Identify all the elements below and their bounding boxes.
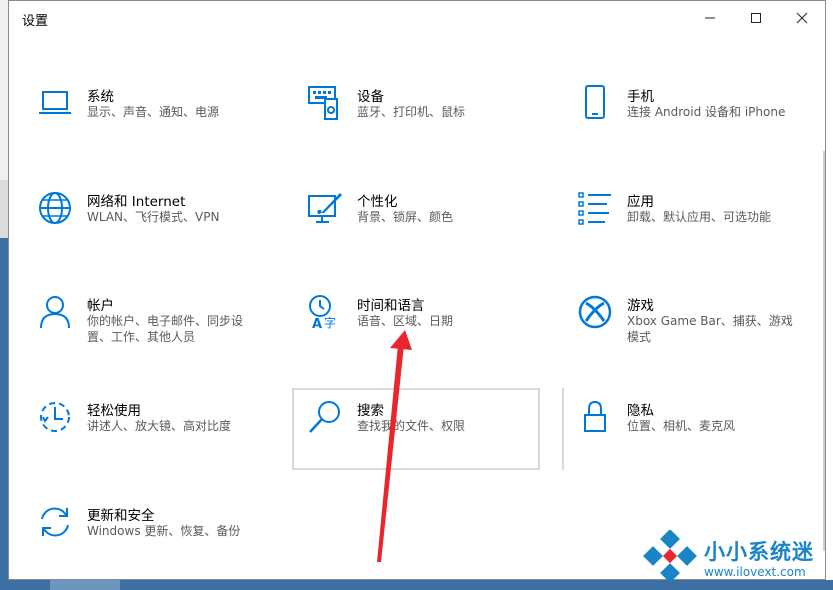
minimize-button[interactable] [687,5,733,31]
setting-desc: 背景、锁屏、颜色 [357,210,454,224]
lock-icon [577,399,613,435]
background-panel [0,180,8,240]
setting-desc: 位置、相机、麦克风 [627,419,736,433]
setting-name: 系统 [87,89,114,105]
setting-update-security[interactable]: 更新和安全 Windows 更新、恢复、备份 [37,504,287,588]
setting-desc: 查找我的文件、权限 [357,419,466,433]
personalization-icon [307,190,343,226]
setting-desc: 显示、声音、通知、电源 [87,105,220,119]
maximize-icon [751,13,761,23]
background-window-edge [0,0,8,590]
xbox-icon [577,294,613,330]
setting-name: 设备 [357,89,384,105]
setting-phone[interactable]: 手机 连接 Android 设备和 iPhone [577,85,827,169]
close-icon [796,12,808,24]
setting-desc: 讲述人、放大镜、高对比度 [87,419,232,433]
setting-name: 更新和安全 [87,508,155,524]
settings-window: 设置 系统 显示、声音、通知、电源 设备 蓝牙、打印机、鼠标 手机 连接 And… [8,0,826,580]
setting-desc: 蓝牙、打印机、鼠标 [357,105,466,119]
search-icon [307,399,343,435]
setting-search[interactable]: 搜索 查找我的文件、权限 [292,388,557,483]
time-language-icon: A字 [307,294,343,332]
window-title: 设置 [22,14,49,29]
setting-system[interactable]: 系统 显示、声音、通知、电源 [37,85,287,169]
setting-desc: WLAN、飞行模式、VPN [87,210,220,224]
title-bar: 设置 [9,1,825,35]
sync-icon [37,504,73,540]
laptop-icon [37,85,73,121]
apps-list-icon [577,190,613,226]
setting-desc: 连接 Android 设备和 iPhone [627,105,786,119]
setting-name: 手机 [627,89,654,105]
setting-name: 网络和 Internet [87,194,186,210]
setting-desc: 你的帐户、电子邮件、同步设置、工作、其他人员 [87,314,244,344]
setting-name: 时间和语言 [357,298,425,314]
watermark-logo-icon [643,530,697,583]
ease-of-access-icon [37,399,73,435]
minimize-icon [705,17,715,19]
setting-gaming[interactable]: 游戏 Xbox Game Bar、捕获、游戏模式 [577,294,827,378]
close-button[interactable] [779,5,825,31]
devices-icon [307,85,343,121]
phone-icon [577,85,613,121]
setting-desc: Xbox Game Bar、捕获、游戏模式 [627,314,793,344]
watermark-url: www.ilovext.com [704,565,806,579]
setting-desc: Windows 更新、恢复、备份 [87,524,241,538]
watermark: 小小系统迷 www.ilovext.com [642,530,832,586]
setting-name: 隐私 [627,403,654,419]
person-icon [37,294,73,330]
watermark-name: 小小系统迷 [704,540,814,564]
setting-devices[interactable]: 设备 蓝牙、打印机、鼠标 [307,85,557,169]
setting-name: 应用 [627,194,654,210]
setting-name: 个性化 [357,194,398,210]
background-desktop [0,238,8,580]
setting-desc: 语音、区域、日期 [357,314,454,328]
setting-network[interactable]: 网络和 Internet WLAN、飞行模式、VPN [37,190,287,274]
setting-ease-of-access[interactable]: 轻松使用 讲述人、放大镜、高对比度 [37,399,287,483]
setting-accounts[interactable]: 帐户 你的帐户、电子邮件、同步设置、工作、其他人员 [37,294,287,378]
setting-desc: 卸载、默认应用、可选功能 [627,210,772,224]
setting-name: 帐户 [87,298,114,314]
svg-text:A: A [312,317,322,330]
setting-name: 游戏 [627,298,654,314]
setting-apps[interactable]: 应用 卸载、默认应用、可选功能 [577,190,827,274]
setting-privacy[interactable]: 隐私 位置、相机、麦克风 [562,388,827,483]
setting-time-language[interactable]: A字 时间和语言 语音、区域、日期 [307,294,557,378]
setting-name: 搜索 [357,403,384,419]
setting-name: 轻松使用 [87,403,141,419]
svg-text:字: 字 [324,315,336,330]
setting-personalization[interactable]: 个性化 背景、锁屏、颜色 [307,190,557,274]
globe-icon [37,190,73,226]
maximize-button[interactable] [733,5,779,31]
